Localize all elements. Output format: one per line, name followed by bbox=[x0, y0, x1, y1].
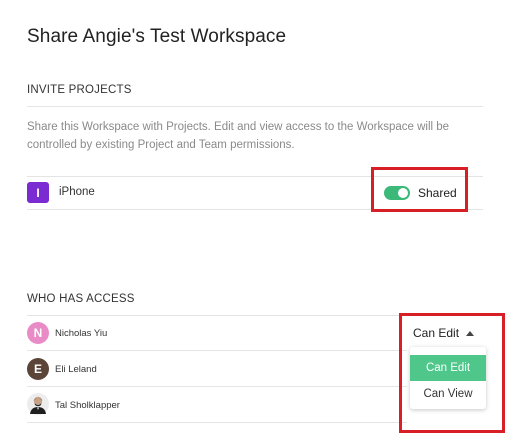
avatar: E bbox=[27, 358, 49, 380]
avatar: N bbox=[27, 322, 49, 344]
divider bbox=[27, 350, 407, 351]
invite-projects-description: Share this Workspace with Projects. Edit… bbox=[27, 121, 450, 151]
project-badge: I bbox=[27, 182, 49, 203]
user-name: Nicholas Yiu bbox=[55, 328, 108, 339]
who-has-access-heading: WHO HAS ACCESS bbox=[27, 293, 135, 305]
invite-projects-heading: INVITE PROJECTS bbox=[27, 84, 132, 96]
user-name: Tal Sholklapper bbox=[55, 400, 120, 411]
divider bbox=[27, 106, 483, 107]
annotation-highlight-box bbox=[371, 167, 468, 212]
user-name: Eli Leland bbox=[55, 364, 97, 375]
avatar-photo bbox=[27, 393, 49, 415]
dialog-title: Share Angie's Test Workspace bbox=[27, 26, 287, 47]
person-photo-icon bbox=[27, 393, 49, 415]
project-name: iPhone bbox=[59, 186, 95, 198]
annotation-highlight-box bbox=[399, 313, 505, 433]
divider bbox=[27, 386, 407, 387]
divider bbox=[27, 422, 407, 423]
